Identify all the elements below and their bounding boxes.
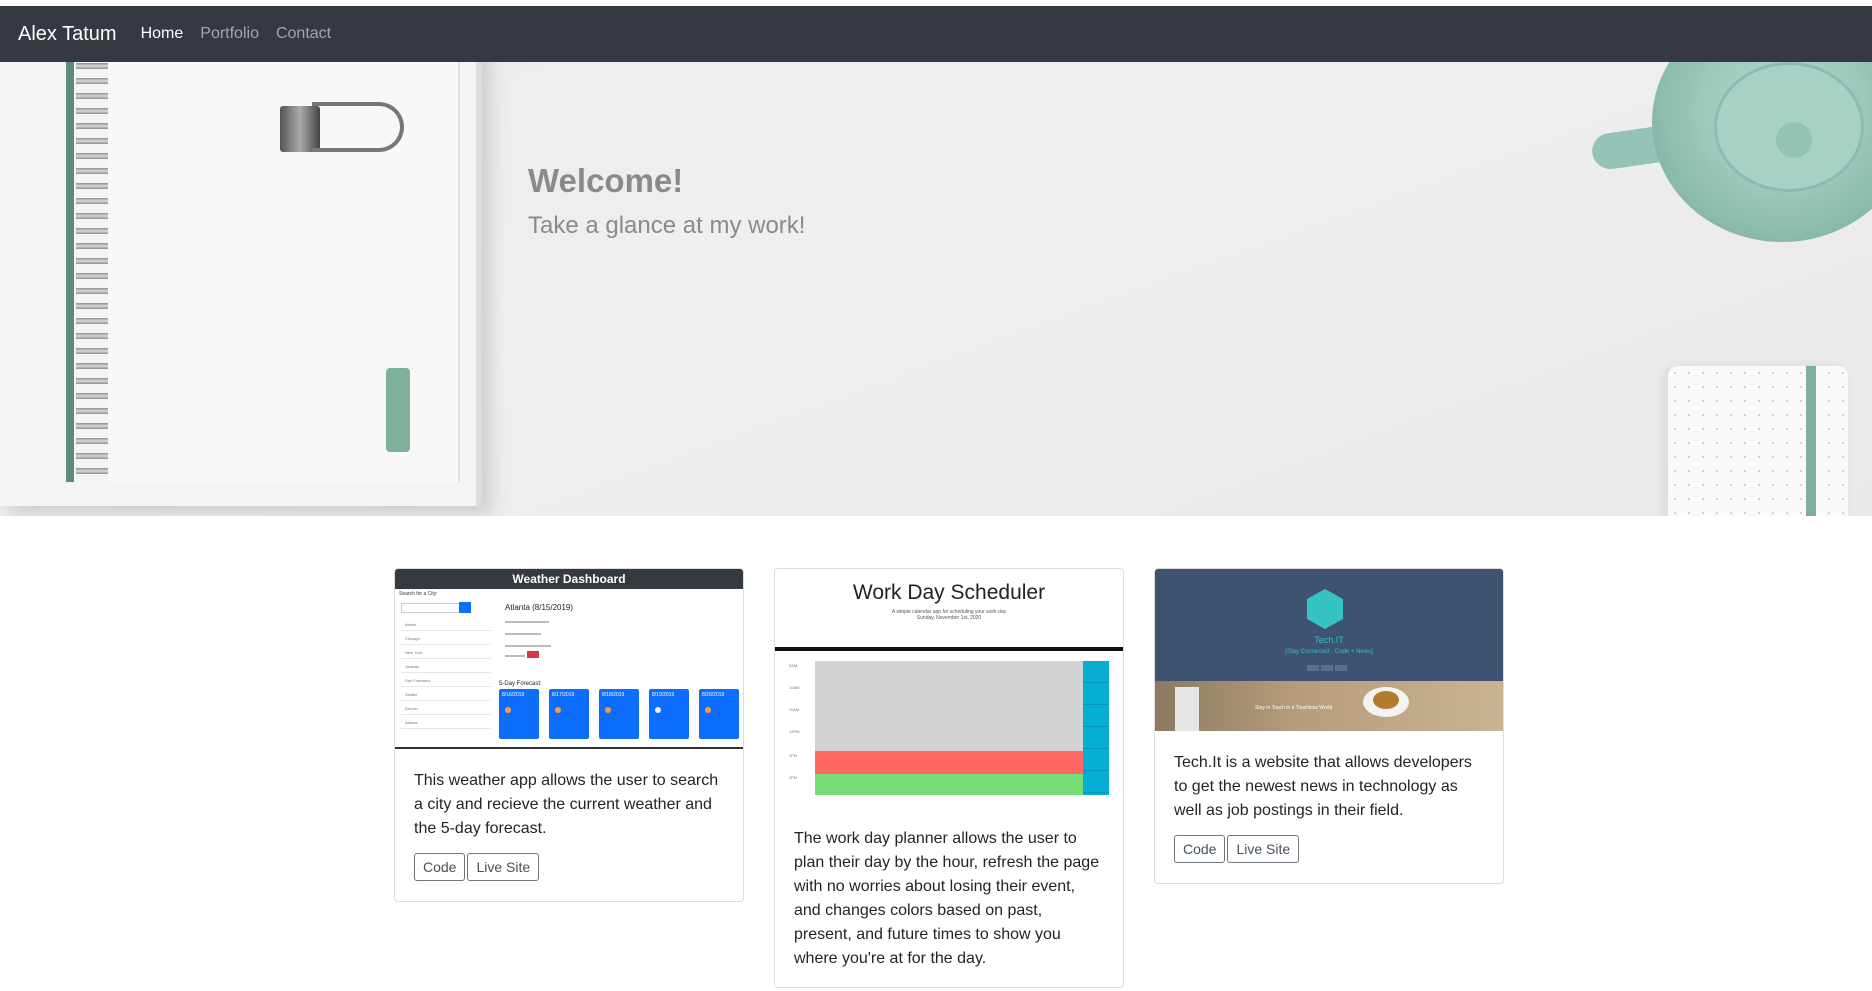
project-description: Tech.It is a website that allows develop… bbox=[1174, 754, 1472, 819]
thumbnail-subtitle: A simple calendar app for scheduling you… bbox=[891, 609, 1007, 621]
current-city: Atlanta (8/15/2019) bbox=[505, 603, 574, 612]
project-description: This weather app allows the user to sear… bbox=[414, 772, 719, 837]
list-item: Seattle bbox=[401, 689, 491, 701]
list-item: Atlanta bbox=[401, 717, 491, 729]
hero-title: Welcome! bbox=[528, 162, 684, 199]
list-item: San Francisco bbox=[401, 675, 491, 687]
forecast-label: 5-Day Forecast: bbox=[499, 681, 542, 687]
search-input bbox=[401, 603, 461, 613]
live-site-button[interactable]: Live Site bbox=[1227, 835, 1300, 863]
thumbnail-caption: Stay in Touch in a Touchless World bbox=[1255, 705, 1333, 711]
nav-link-contact[interactable]: Contact bbox=[276, 25, 331, 43]
forecast-card: 8/18/2019 bbox=[599, 689, 639, 739]
list-item: New York bbox=[401, 647, 491, 659]
code-button[interactable]: Code bbox=[1174, 835, 1226, 863]
project-card-weather: Weather Dashboard Search for a City: Aus… bbox=[394, 568, 744, 902]
project-card-scheduler: Work Day Scheduler A simple calendar app… bbox=[774, 568, 1124, 988]
thumbnail-title: Tech.IT bbox=[1314, 635, 1344, 645]
techit-thumbnail[interactable]: Tech.IT [Stay Connected - Code + News] S… bbox=[1155, 569, 1503, 731]
notebook-rings bbox=[76, 62, 112, 482]
weather-dashboard-thumbnail[interactable]: Weather Dashboard Search for a City: Aus… bbox=[395, 569, 743, 749]
live-site-button[interactable]: Live Site bbox=[467, 853, 540, 881]
nav-link-portfolio[interactable]: Portfolio bbox=[200, 25, 259, 43]
list-item: Austin bbox=[401, 619, 491, 631]
code-button[interactable]: Code bbox=[414, 853, 466, 881]
list-item: Chicago bbox=[401, 633, 491, 645]
nav-link-home[interactable]: Home bbox=[141, 25, 184, 43]
project-description: The work day planner allows the user to … bbox=[794, 830, 1100, 967]
forecast-card: 8/17/2019 bbox=[549, 689, 589, 739]
future-time-block bbox=[815, 774, 1083, 795]
hero-subtitle: Take a glance at my work! bbox=[528, 212, 806, 239]
past-time-blocks bbox=[815, 661, 1083, 751]
forecast-card: 8/19/2019 bbox=[649, 689, 689, 739]
work-day-scheduler-thumbnail[interactable]: Work Day Scheduler A simple calendar app… bbox=[775, 569, 1123, 801]
forecast-card: 8/20/2019 bbox=[699, 689, 739, 739]
thumbnail-header: Weather Dashboard bbox=[395, 569, 743, 589]
dotted-notepad-image bbox=[1668, 366, 1848, 516]
project-card-techit: Tech.IT [Stay Connected - Code + News] S… bbox=[1154, 568, 1504, 884]
save-icon bbox=[1083, 661, 1109, 795]
hero-jumbotron: Welcome! Take a glance at my work! bbox=[0, 62, 1872, 516]
navbar: Alex Tatum Home Portfolio Contact bbox=[0, 6, 1872, 62]
list-item: Denver bbox=[401, 703, 491, 715]
eraser-image bbox=[386, 368, 410, 452]
forecast-card: 8/16/2019 bbox=[499, 689, 539, 739]
search-label: Search for a City: bbox=[399, 591, 438, 597]
search-icon bbox=[459, 602, 471, 613]
present-time-block bbox=[815, 751, 1083, 774]
list-item: Orlando bbox=[401, 661, 491, 673]
thumbnail-tagline: [Stay Connected - Code + News] bbox=[1285, 649, 1373, 655]
brand-name[interactable]: Alex Tatum bbox=[18, 23, 117, 46]
thumbnail-title: Work Day Scheduler bbox=[852, 581, 1046, 604]
uv-badge bbox=[527, 651, 539, 658]
